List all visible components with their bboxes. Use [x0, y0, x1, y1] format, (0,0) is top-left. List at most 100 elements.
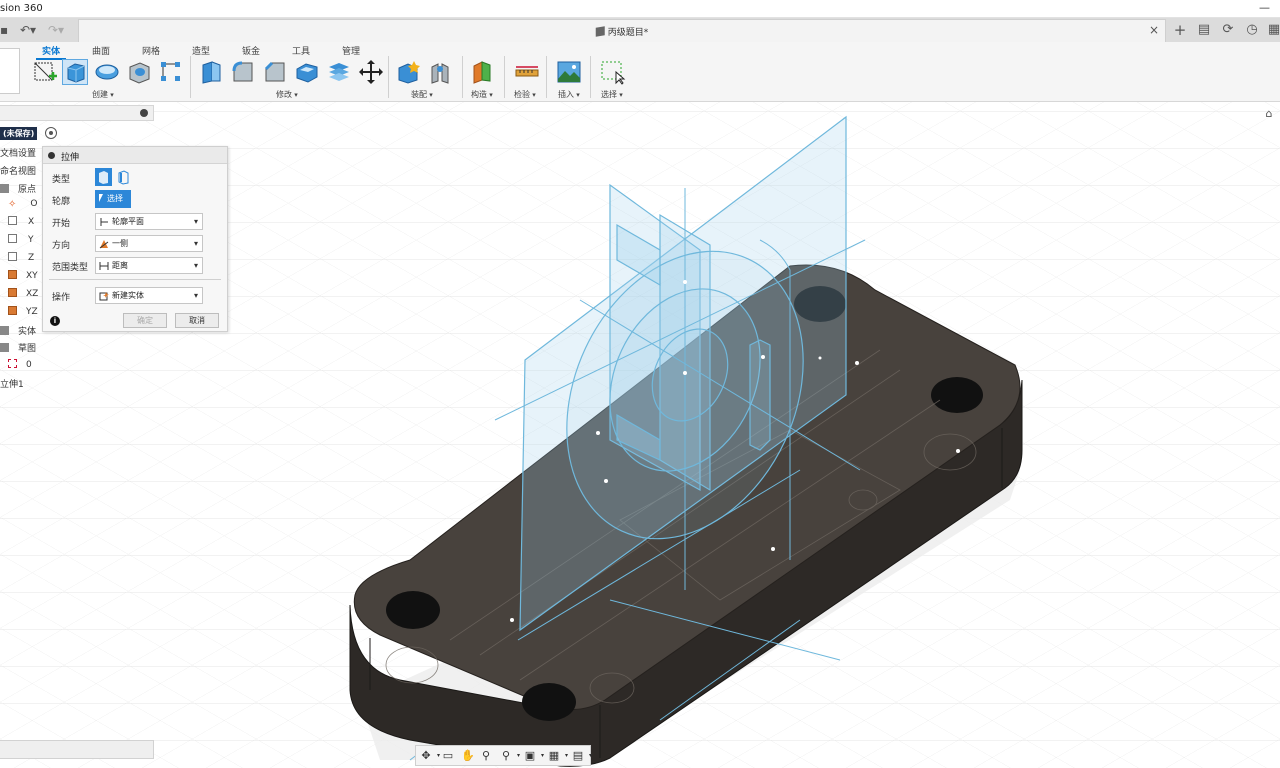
group-insert[interactable]: 插入	[558, 89, 580, 100]
workspace-switcher[interactable]	[0, 48, 20, 94]
group-assemble[interactable]: 装配	[411, 89, 433, 100]
browser-node-plane-yz[interactable]: YZ	[8, 306, 38, 317]
document-icon	[595, 26, 605, 37]
look-at-icon[interactable]: ▭	[440, 748, 456, 764]
home-view-icon[interactable]: ⌂	[1262, 107, 1276, 121]
tab-manage[interactable]: 管理	[342, 44, 360, 57]
browser-node-doc-settings[interactable]: 文档设置	[0, 146, 36, 159]
new-tab-icon[interactable]: +	[1172, 22, 1188, 38]
create-sketch-icon[interactable]	[32, 59, 58, 85]
browser-node-bodies[interactable]: 实体	[0, 324, 36, 337]
browser-node-origin[interactable]: 原点	[0, 182, 36, 195]
chat-icon[interactable]: ▤	[1196, 22, 1212, 38]
direction-dropdown[interactable]: 一侧	[95, 235, 203, 252]
hole-back-right[interactable]	[931, 377, 983, 413]
window-select-icon[interactable]	[600, 59, 626, 85]
group-inspect[interactable]: 检验	[514, 89, 536, 100]
close-tab-icon[interactable]: ×	[1149, 23, 1159, 37]
display-settings-icon[interactable]: ▣	[522, 748, 544, 764]
operation-dropdown[interactable]: 新建实体	[95, 287, 203, 304]
browser-node-sketch-0[interactable]: 0	[8, 359, 32, 370]
press-pull-icon[interactable]	[198, 59, 224, 85]
minimize-icon[interactable]: —	[1259, 1, 1270, 14]
browser-root-tag[interactable]: (未保存)	[0, 127, 38, 140]
tab-solid[interactable]: 实体	[35, 44, 67, 60]
plane-icon	[8, 288, 17, 297]
hole-front-right[interactable]	[522, 683, 576, 721]
browser-node-axis-z[interactable]: Z	[8, 252, 34, 263]
sketch-icon	[8, 359, 17, 368]
axis-icon	[8, 252, 17, 261]
type-thin-icon[interactable]	[115, 168, 132, 186]
viewports-icon[interactable]: ▤	[570, 748, 592, 764]
extent-type-dropdown[interactable]: 距离	[95, 257, 203, 274]
browser-node-axis-x[interactable]: X	[8, 216, 34, 227]
app-title: sion 360	[0, 3, 43, 14]
group-construct[interactable]: 构造	[471, 89, 493, 100]
clock-icon[interactable]: ◷	[1244, 22, 1260, 38]
grid-settings-icon[interactable]: ▦	[546, 748, 568, 764]
extrude-icon[interactable]	[62, 59, 88, 85]
origin-icon: ✧	[8, 199, 17, 210]
refresh-icon[interactable]: ⟳	[1220, 22, 1236, 38]
undo-icon[interactable]: ↶▾	[20, 23, 36, 37]
activate-target-icon[interactable]	[45, 127, 57, 139]
offset-plane-icon[interactable]	[470, 59, 496, 85]
browser-node-extrude1[interactable]: 立伸1	[0, 377, 24, 390]
joint-icon[interactable]	[428, 59, 454, 85]
browser-node-sketches[interactable]: 草图	[0, 341, 36, 354]
document-tab[interactable]: 丙级题目* ×	[78, 19, 1166, 42]
start-dropdown[interactable]: 轮廓平面	[95, 213, 203, 230]
cancel-button[interactable]: 取消	[175, 313, 219, 328]
comments-panel[interactable]	[0, 740, 154, 759]
extrude-dialog-header[interactable]: 拉伸	[43, 147, 227, 164]
fillet-icon[interactable]	[230, 59, 256, 85]
shell-icon[interactable]	[294, 59, 320, 85]
orbit-icon[interactable]: ✥	[418, 748, 440, 764]
move-icon[interactable]	[358, 59, 384, 85]
browser-node-axis-y[interactable]: Y	[8, 234, 34, 245]
tab-sheet-metal[interactable]: 钣金	[242, 44, 260, 57]
more-icon[interactable]: ▦	[1266, 22, 1280, 38]
hole-icon[interactable]	[126, 59, 152, 85]
collapse-dialog-icon[interactable]	[48, 152, 55, 159]
browser-node-named-views[interactable]: 命名视图	[0, 164, 36, 177]
type-solid-icon[interactable]	[95, 168, 112, 186]
row-type: 类型	[43, 167, 229, 187]
title-bar: sion 360 —	[0, 0, 1280, 18]
new-component-icon[interactable]	[396, 59, 422, 85]
row-direction: 方向 一侧	[43, 233, 229, 253]
combine-icon[interactable]	[326, 59, 352, 85]
chamfer-icon[interactable]	[262, 59, 288, 85]
zoom-icon[interactable]: ⚲	[478, 748, 494, 764]
one-side-icon	[99, 240, 109, 249]
fit-icon[interactable]: ⚲	[498, 748, 520, 764]
row-operation: 操作 新建实体	[43, 285, 229, 305]
group-modify[interactable]: 修改	[276, 89, 298, 100]
measure-icon[interactable]	[514, 59, 540, 85]
profile-select-button[interactable]: 选择	[95, 190, 131, 208]
browser-node-plane-xy[interactable]: XY	[8, 270, 38, 281]
browser-node-origin-point[interactable]: ✧ O	[8, 199, 37, 210]
ok-button[interactable]: 确定	[123, 313, 167, 328]
extrude-dialog: 拉伸 类型 轮廓 选择 开始 轮廓平面 方向 一侧 范围类型 距离	[42, 146, 228, 332]
group-select[interactable]: 选择	[601, 89, 623, 100]
save-icon[interactable]: ▪	[0, 23, 8, 37]
insert-image-icon[interactable]	[556, 59, 582, 85]
browser-node-plane-xz[interactable]: XZ	[8, 288, 38, 299]
tab-mesh[interactable]: 网格	[142, 44, 160, 57]
tab-surface[interactable]: 曲面	[92, 44, 110, 57]
tab-tools[interactable]: 工具	[292, 44, 310, 57]
hole-front-left[interactable]	[386, 591, 440, 629]
redo-icon[interactable]: ↷▾	[48, 23, 64, 37]
tab-form[interactable]: 造型	[192, 44, 210, 57]
browser-header[interactable]	[0, 105, 154, 121]
pattern-icon[interactable]	[158, 59, 184, 85]
pan-icon[interactable]: ✋	[460, 748, 476, 764]
revolve-icon[interactable]	[94, 59, 120, 85]
group-create[interactable]: 创建	[92, 89, 114, 100]
navigation-bar: ✥ ▭ ✋ ⚲ ⚲ ▣ ▦ ▤	[415, 745, 592, 766]
info-icon[interactable]: i	[50, 316, 60, 326]
folder-icon	[0, 184, 9, 193]
collapse-browser-icon[interactable]	[140, 109, 148, 117]
